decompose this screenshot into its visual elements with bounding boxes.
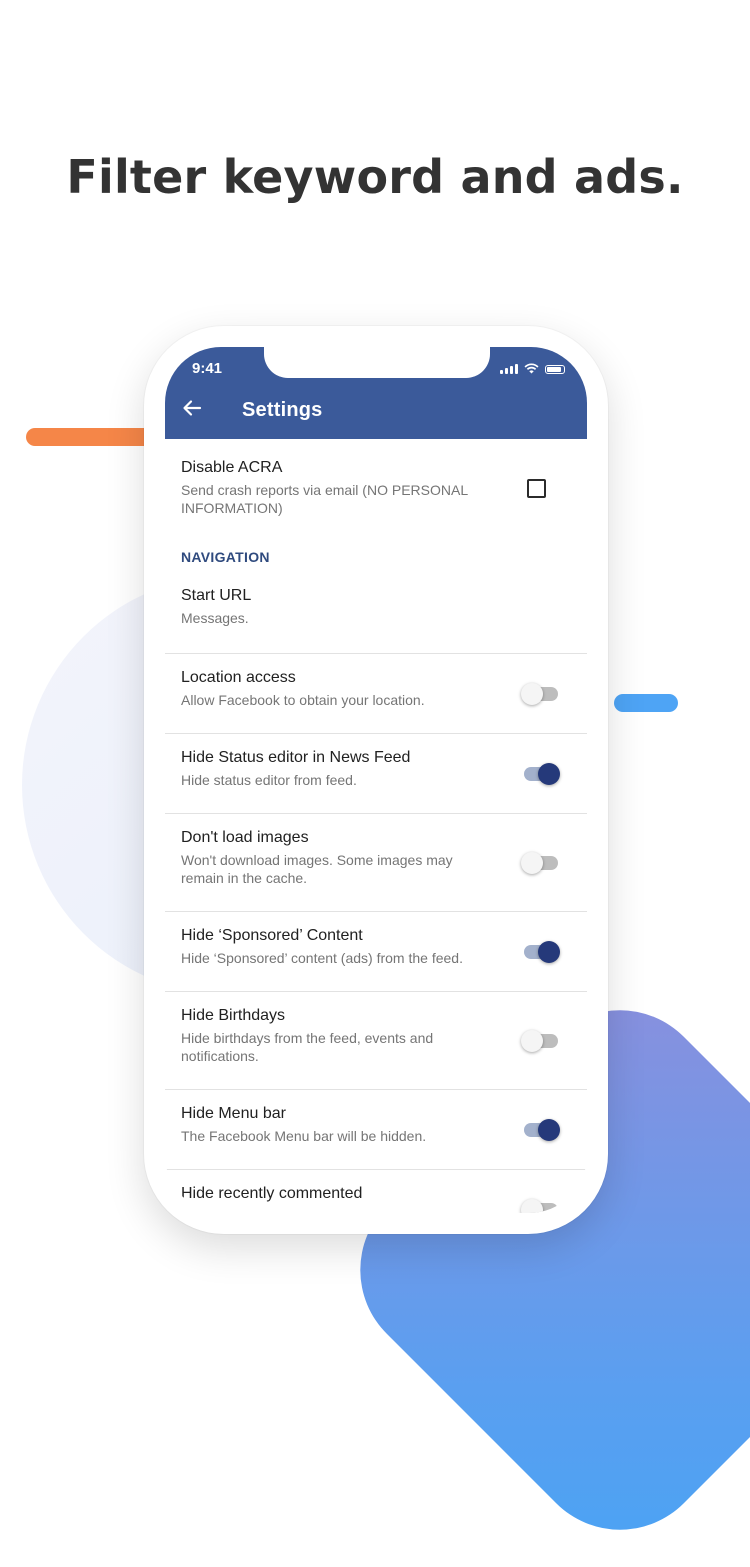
setting-title: Start URL: [181, 587, 252, 604]
setting-title: Hide ‘Sponsored’ Content: [181, 927, 363, 944]
setting-summary: Won't download images. Some images may r…: [181, 852, 453, 886]
setting-summary: Hide birthdays from the feed, events and…: [181, 1030, 434, 1064]
setting-summary: Hide ‘Sponsored’ content (ads) from the …: [181, 950, 463, 966]
status-time: 9:41: [192, 360, 223, 377]
phone-frame: 9:41 Settings Disable ACRA Send crash re…: [144, 326, 608, 1234]
setting-summary: Hide status editor from feed.: [181, 772, 357, 788]
setting-title: Hide Status editor in News Feed: [181, 749, 411, 766]
wifi-icon: [524, 363, 539, 374]
setting-summary: The Facebook Menu bar will be hidden.: [181, 1128, 427, 1144]
phone-screen: 9:41 Settings Disable ACRA Send crash re…: [165, 347, 587, 1213]
phone-notch: [264, 347, 490, 378]
section-header-navigation: NAVIGATION: [181, 549, 270, 565]
hide-birthdays-toggle[interactable]: [521, 1030, 558, 1052]
app-bar: 9:41 Settings: [165, 347, 587, 439]
setting-title: Hide Birthdays: [181, 1007, 286, 1024]
setting-title: Disable ACRA: [181, 459, 283, 476]
battery-icon: [545, 365, 565, 374]
headline: Filter keyword and ads.: [66, 150, 684, 204]
setting-summary: Messages.: [181, 610, 249, 626]
decorative-blue-bar: [614, 694, 678, 712]
status-icons: [500, 363, 565, 374]
setting-title: Location access: [181, 669, 296, 686]
dont-load-images-toggle[interactable]: [521, 852, 558, 874]
arrow-left-icon[interactable]: [181, 397, 207, 423]
setting-hide-recently-commented[interactable]: Hide recently commented: [165, 1170, 587, 1213]
hide-recently-commented-toggle[interactable]: [521, 1199, 558, 1213]
setting-start-url[interactable]: Start URL Messages.: [165, 572, 587, 654]
hide-menu-bar-toggle[interactable]: [524, 1119, 560, 1141]
setting-hide-menu-bar[interactable]: Hide Menu bar The Facebook Menu bar will…: [165, 1090, 587, 1170]
hide-sponsored-toggle[interactable]: [524, 941, 560, 963]
setting-title: Hide recently commented: [181, 1185, 363, 1202]
page-title: Settings: [242, 399, 323, 421]
settings-list: Disable ACRA Send crash reports via emai…: [165, 439, 587, 1213]
setting-hide-birthdays[interactable]: Hide Birthdays Hide birthdays from the f…: [165, 992, 587, 1090]
setting-summary: Send crash reports via email (NO PERSONA…: [181, 482, 468, 516]
setting-hide-sponsored[interactable]: Hide ‘Sponsored’ Content Hide ‘Sponsored…: [165, 912, 587, 992]
setting-hide-status-editor[interactable]: Hide Status editor in News Feed Hide sta…: [165, 734, 587, 814]
signal-icon: [500, 363, 518, 374]
setting-disable-acra[interactable]: Disable ACRA Send crash reports via emai…: [165, 439, 587, 539]
hide-status-editor-toggle[interactable]: [524, 763, 560, 785]
setting-location-access[interactable]: Location access Allow Facebook to obtain…: [165, 654, 587, 734]
location-access-toggle[interactable]: [521, 683, 558, 705]
setting-dont-load-images[interactable]: Don't load images Won't download images.…: [165, 814, 587, 912]
acra-checkbox[interactable]: [527, 479, 546, 498]
setting-summary: Allow Facebook to obtain your location.: [181, 692, 425, 708]
setting-title: Hide Menu bar: [181, 1105, 286, 1122]
setting-title: Don't load images: [181, 829, 309, 846]
